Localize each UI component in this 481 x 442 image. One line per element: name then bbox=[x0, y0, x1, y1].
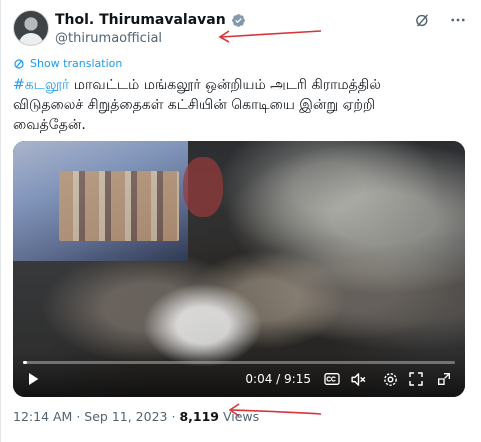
meta-separator-2: · bbox=[171, 409, 176, 424]
volume-mute-icon[interactable] bbox=[349, 370, 367, 388]
video-banner-faces bbox=[59, 171, 179, 241]
hashtag-link[interactable]: #கடலூர் bbox=[13, 77, 69, 93]
video-progress-fill bbox=[23, 361, 28, 364]
grok-icon[interactable] bbox=[413, 11, 431, 29]
views-count: 8,119 bbox=[179, 409, 219, 424]
verified-badge-icon bbox=[231, 13, 245, 27]
video-controls: 0:04 / 9:15 bbox=[13, 353, 465, 397]
show-translation-label: Show translation bbox=[30, 57, 123, 70]
author-handle[interactable]: @thirumaofficial bbox=[55, 31, 162, 46]
tweet-meta: 12:14 AM · Sep 11, 2023 · 8,119 Views bbox=[13, 409, 259, 424]
show-translation-link[interactable]: Show translation bbox=[13, 57, 122, 70]
more-icon[interactable] bbox=[449, 11, 467, 29]
video-decoration bbox=[183, 157, 223, 217]
video-progress-track[interactable] bbox=[23, 361, 455, 364]
avatar[interactable] bbox=[13, 10, 49, 46]
captions-icon[interactable] bbox=[323, 370, 341, 388]
display-name[interactable]: Thol. Thirumavalavan bbox=[55, 12, 226, 28]
author-name-row: Thol. Thirumavalavan bbox=[55, 12, 246, 28]
video-player[interactable]: 0:04 / 9:15 bbox=[13, 141, 465, 397]
tweet-text-line3: வைத்தேன். bbox=[13, 117, 86, 133]
translate-icon bbox=[14, 58, 24, 69]
tweet-text: #கடலூர் மாவட்டம் மங்கலூர் ஒன்றியம் அடரி … bbox=[13, 75, 473, 135]
views-label: Views bbox=[222, 409, 260, 424]
external-link-icon[interactable] bbox=[435, 370, 453, 388]
play-icon[interactable] bbox=[25, 371, 41, 387]
tweet-date[interactable]: Sep 11, 2023 bbox=[84, 409, 167, 424]
tweet-text-line1: மாவட்டம் மங்கலூர் ஒன்றியம் அடரி கிராமத்த… bbox=[69, 77, 381, 93]
tweet-card: Thol. Thirumavalavan @thirumaofficial Sh… bbox=[0, 0, 481, 442]
meta-separator: · bbox=[76, 409, 81, 424]
settings-icon[interactable] bbox=[381, 370, 399, 388]
fullscreen-icon[interactable] bbox=[407, 370, 425, 388]
video-time: 0:04 / 9:15 bbox=[245, 372, 311, 386]
tweet-top-actions bbox=[413, 11, 467, 29]
tweet-time[interactable]: 12:14 AM bbox=[13, 409, 72, 424]
tweet-text-line2: விடுதலைச் சிறுத்தைகள் கட்சியின் கொடியை இ… bbox=[13, 97, 376, 113]
